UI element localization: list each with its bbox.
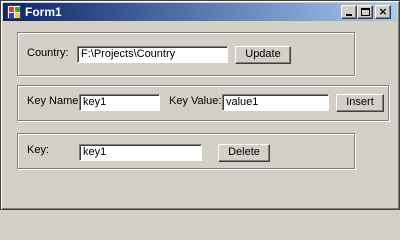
form-window: Form1 × Country: F:\Projects\Country Upd…: [0, 0, 400, 210]
country-label: Country:: [27, 47, 69, 59]
title-bar[interactable]: Form1 ×: [3, 3, 397, 21]
delete-button[interactable]: Delete: [218, 144, 270, 162]
maximize-icon: [361, 8, 370, 16]
maximize-button[interactable]: [357, 5, 373, 19]
insert-button[interactable]: Insert: [336, 94, 384, 112]
update-button[interactable]: Update: [235, 46, 291, 64]
key-name-label: Key Name:: [27, 95, 82, 107]
minimize-icon: [346, 14, 352, 16]
close-button[interactable]: ×: [375, 5, 391, 19]
insert-group: Key Name: key1 Key Value: value1 Insert: [17, 85, 389, 121]
delete-group: Key: key1 Delete: [17, 133, 355, 169]
key-name-field[interactable]: key1: [79, 94, 160, 111]
app-icon[interactable]: [7, 5, 21, 19]
key-value-label: Key Value:: [169, 95, 222, 107]
window-title: Form1: [25, 5, 62, 19]
country-field[interactable]: F:\Projects\Country: [77, 46, 228, 63]
key-field[interactable]: key1: [79, 144, 202, 161]
key-value-field[interactable]: value1: [222, 94, 329, 111]
country-group: Country: F:\Projects\Country Update: [17, 32, 355, 76]
minimize-button[interactable]: [341, 5, 357, 19]
key-label: Key:: [27, 144, 50, 156]
close-icon: ×: [378, 5, 388, 18]
